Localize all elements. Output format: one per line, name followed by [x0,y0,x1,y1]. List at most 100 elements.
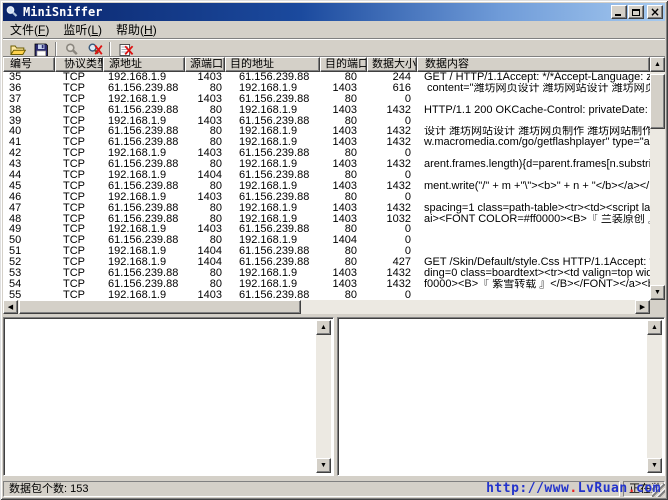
vertical-scroll-thumb[interactable] [650,74,665,129]
cell-content [417,235,650,246]
detail-panel-right[interactable]: ▲ ▼ [337,317,665,476]
table-row[interactable]: 40TCP61.156.239.8880192.168.1.914031432设… [3,126,650,137]
listview-horizontal-scrollbar[interactable]: ◀ ▶ [3,300,650,314]
cell-src: 61.156.239.88 [103,181,185,192]
menu-capture[interactable]: 监听(L) [56,20,109,39]
cell-content: ding=0 class=boardtext><tr><td valign=to… [417,268,650,279]
cell-content: spacing=1 class=path-table><tr><td><scri… [417,203,650,214]
cell-sport: 1403 [185,72,225,83]
table-row[interactable]: 50TCP61.156.239.8880192.168.1.914040 [3,235,650,246]
cell-sport: 80 [185,137,225,148]
titlebar[interactable]: MiniSniffer × [3,3,665,21]
column-header-0[interactable]: 编号 [3,57,55,72]
cell-id: 46 [3,192,55,203]
column-header-4[interactable]: 目的地址 [225,57,320,72]
table-row[interactable]: 41TCP61.156.239.8880192.168.1.914031432w… [3,137,650,148]
table-row[interactable]: 51TCP192.168.1.9140461.156.239.88800 [3,246,650,257]
cell-size: 1032 [367,214,417,225]
cell-size: 0 [367,235,417,246]
packet-listview: 编号协议类型源地址源端口目的地址目的端口数据大小数据内容 35TCP192.16… [3,56,665,314]
cell-sport: 80 [185,203,225,214]
cell-content: 设计 潍坊网站设计 潍坊网页制作 潍坊网站制作 潍 [417,126,650,137]
cell-id: 49 [3,224,55,235]
menu-file[interactable]: 文件(F) [3,20,56,39]
horizontal-scroll-thumb[interactable] [19,300,301,314]
maximize-button[interactable] [628,5,644,19]
table-row[interactable]: 54TCP61.156.239.8880192.168.1.914031432f… [3,279,650,290]
table-row[interactable]: 42TCP192.168.1.9140361.156.239.88800 [3,148,650,159]
packet-list[interactable]: 35TCP192.168.1.9140361.156.239.8880244GE… [3,72,650,301]
scroll-down-icon[interactable]: ▼ [316,458,331,473]
right-panel-scrollbar[interactable]: ▲ ▼ [647,320,662,473]
listview-vertical-scrollbar[interactable]: ▲ ▼ [650,57,665,300]
scroll-down-icon[interactable]: ▼ [650,285,665,300]
close-button[interactable]: × [647,5,663,19]
cell-size: 0 [367,170,417,181]
cell-dst: 61.156.239.88 [225,148,320,159]
scroll-left-icon[interactable]: ◀ [3,300,18,314]
cell-content [417,192,650,203]
column-header-3[interactable]: 源端口 [185,57,225,72]
cell-proto: TCP [55,170,103,181]
cell-src: 61.156.239.88 [103,279,185,290]
column-header-1[interactable]: 协议类型 [55,57,103,72]
cell-proto: TCP [55,94,103,105]
cell-sport: 1403 [185,148,225,159]
left-panel-scrollbar[interactable]: ▲ ▼ [316,320,331,473]
cell-proto: TCP [55,181,103,192]
cell-dport: 1403 [320,203,367,214]
table-row[interactable]: 36TCP61.156.239.8880192.168.1.91403616 c… [3,83,650,94]
cell-src: 61.156.239.88 [103,268,185,279]
cell-sport: 80 [185,126,225,137]
cell-dport: 1403 [320,214,367,225]
table-row[interactable]: 48TCP61.156.239.8880192.168.1.914031032a… [3,214,650,225]
cell-sport: 1403 [185,192,225,203]
cell-sport: 1403 [185,224,225,235]
detail-panel-left[interactable]: ▲ ▼ [3,317,334,476]
cell-dst: 61.156.239.88 [225,192,320,203]
table-row[interactable]: 37TCP192.168.1.9140361.156.239.88800 [3,94,650,105]
scroll-up-icon[interactable]: ▲ [647,320,662,335]
menu-help[interactable]: 帮助(H) [109,20,164,39]
table-row[interactable]: 53TCP61.156.239.8880192.168.1.914031432d… [3,268,650,279]
table-row[interactable]: 46TCP192.168.1.9140361.156.239.88800 [3,192,650,203]
cell-content [417,116,650,127]
table-row[interactable]: 44TCP192.168.1.9140461.156.239.88800 [3,170,650,181]
column-header-6[interactable]: 数据大小 [367,57,417,72]
minimize-button[interactable] [611,5,627,19]
cell-size: 0 [367,192,417,203]
table-row[interactable]: 45TCP61.156.239.8880192.168.1.914031432m… [3,181,650,192]
scroll-up-icon[interactable]: ▲ [650,57,665,72]
table-row[interactable]: 39TCP192.168.1.9140361.156.239.88800 [3,116,650,127]
cell-sport: 80 [185,214,225,225]
cell-dst: 192.168.1.9 [225,105,320,116]
cell-dport: 80 [320,246,367,257]
table-row[interactable]: 49TCP192.168.1.9140361.156.239.88800 [3,224,650,235]
cell-dst: 192.168.1.9 [225,126,320,137]
column-header-5[interactable]: 目的端口 [320,57,367,72]
table-row[interactable]: 47TCP61.156.239.8880192.168.1.914031432s… [3,203,650,214]
cell-id: 37 [3,94,55,105]
scroll-down-icon[interactable]: ▼ [647,458,662,473]
table-row[interactable]: 35TCP192.168.1.9140361.156.239.8880244GE… [3,72,650,83]
scroll-up-icon[interactable]: ▲ [316,320,331,335]
cell-dst: 192.168.1.9 [225,279,320,290]
table-row[interactable]: 38TCP61.156.239.8880192.168.1.914031432H… [3,105,650,116]
cell-size: 0 [367,94,417,105]
table-row[interactable]: 52TCP192.168.1.9140461.156.239.8880427GE… [3,257,650,268]
cell-dst: 61.156.239.88 [225,170,320,181]
cell-proto: TCP [55,72,103,83]
cell-dst: 192.168.1.9 [225,83,320,94]
app-magnifier-icon [5,5,19,19]
cell-size: 1432 [367,279,417,290]
cell-dst: 61.156.239.88 [225,72,320,83]
cell-id: 53 [3,268,55,279]
column-header-7[interactable]: 数据内容 [417,57,650,72]
scroll-right-icon[interactable]: ▶ [635,300,650,314]
cell-src: 61.156.239.88 [103,137,185,148]
cell-proto: TCP [55,192,103,203]
column-header-2[interactable]: 源地址 [103,57,185,72]
cell-proto: TCP [55,83,103,94]
table-row[interactable]: 43TCP61.156.239.8880192.168.1.914031432a… [3,159,650,170]
cell-src: 61.156.239.88 [103,214,185,225]
